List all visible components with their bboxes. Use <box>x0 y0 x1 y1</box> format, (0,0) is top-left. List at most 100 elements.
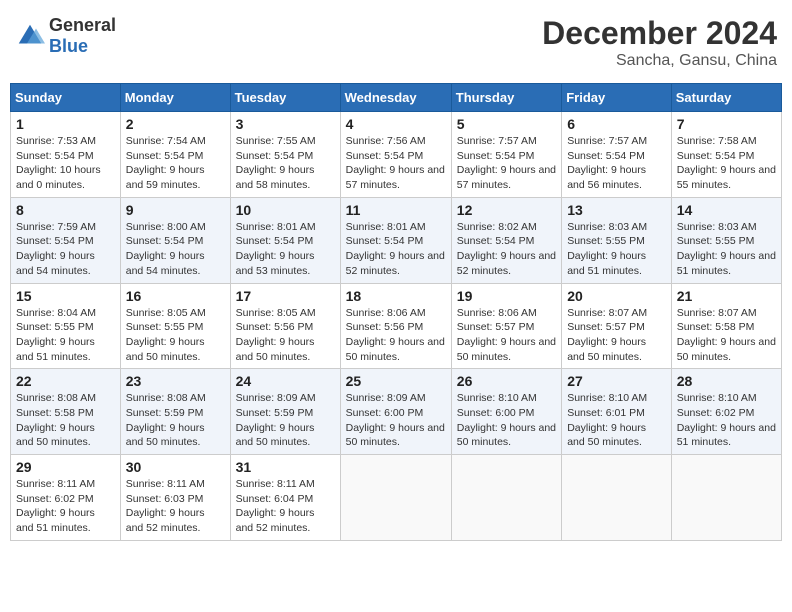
day-cell: 1 Sunrise: 7:53 AMSunset: 5:54 PMDaylight… <box>11 112 121 198</box>
day-number: 18 <box>346 288 446 304</box>
day-number: 25 <box>346 373 446 389</box>
day-detail: Sunrise: 8:05 AMSunset: 5:55 PMDaylight:… <box>126 306 225 365</box>
location-title: Sancha, Gansu, China <box>542 52 777 70</box>
day-detail: Sunrise: 7:56 AMSunset: 5:54 PMDaylight:… <box>346 134 446 193</box>
day-cell: 5Sunrise: 7:57 AMSunset: 5:54 PMDaylight… <box>451 112 561 198</box>
day-detail: Sunrise: 8:00 AMSunset: 5:54 PMDaylight:… <box>126 220 225 279</box>
day-number: 22 <box>16 373 115 389</box>
day-number: 29 <box>16 459 115 475</box>
day-detail: Sunrise: 7:54 AMSunset: 5:54 PMDaylight:… <box>126 134 225 193</box>
day-number: 14 <box>677 202 776 218</box>
day-cell: 28 Sunrise: 8:10 AMSunset: 6:02 PMDayligh… <box>671 369 781 455</box>
day-detail: Sunrise: 7:59 AMSunset: 5:54 PMDaylight:… <box>16 220 115 279</box>
day-detail: Sunrise: 8:08 AMSunset: 5:59 PMDaylight:… <box>126 391 225 450</box>
day-number: 7 <box>677 116 776 132</box>
day-detail: Sunrise: 8:01 AMSunset: 5:54 PMDaylight:… <box>346 220 446 279</box>
day-detail: Sunrise: 8:03 AMSunset: 5:55 PMDaylight:… <box>677 220 776 279</box>
logo-icon <box>15 21 45 51</box>
day-number: 16 <box>126 288 225 304</box>
day-cell: 17 Sunrise: 8:05 AMSunset: 5:56 PMDayligh… <box>230 283 340 369</box>
day-cell: 11 Sunrise: 8:01 AMSunset: 5:54 PMDayligh… <box>340 197 451 283</box>
day-detail: Sunrise: 8:10 AMSunset: 6:02 PMDaylight:… <box>677 391 776 450</box>
day-cell: 15 Sunrise: 8:04 AMSunset: 5:55 PMDayligh… <box>11 283 121 369</box>
day-cell: 12 Sunrise: 8:02 AMSunset: 5:54 PMDayligh… <box>451 197 561 283</box>
day-cell: 31Sunrise: 8:11 AMSunset: 6:04 PMDayligh… <box>230 455 340 541</box>
day-cell: 10Sunrise: 8:01 AMSunset: 5:54 PMDayligh… <box>230 197 340 283</box>
week-row-4: 22Sunrise: 8:08 AMSunset: 5:58 PMDayligh… <box>11 369 782 455</box>
day-cell: 3Sunrise: 7:55 AMSunset: 5:54 PMDaylight… <box>230 112 340 198</box>
day-cell: 24 Sunrise: 8:09 AMSunset: 5:59 PMDayligh… <box>230 369 340 455</box>
day-cell: 16 Sunrise: 8:05 AMSunset: 5:55 PMDayligh… <box>120 283 230 369</box>
day-number: 13 <box>567 202 666 218</box>
day-cell: 18Sunrise: 8:06 AMSunset: 5:56 PMDayligh… <box>340 283 451 369</box>
day-number: 26 <box>457 373 556 389</box>
day-number: 20 <box>567 288 666 304</box>
day-detail: Sunrise: 8:10 AMSunset: 6:01 PMDaylight:… <box>567 391 666 450</box>
page-header: General Blue December 2024 Sancha, Gansu… <box>10 10 782 75</box>
week-row-5: 29Sunrise: 8:11 AMSunset: 6:02 PMDayligh… <box>11 455 782 541</box>
day-number: 4 <box>346 116 446 132</box>
day-number: 17 <box>236 288 335 304</box>
day-cell: 27 Sunrise: 8:10 AMSunset: 6:01 PMDayligh… <box>562 369 672 455</box>
day-number: 2 <box>126 116 225 132</box>
day-number: 15 <box>16 288 115 304</box>
logo-blue-text: Blue <box>49 36 88 56</box>
weekday-header-monday: Monday <box>120 84 230 112</box>
week-row-3: 15 Sunrise: 8:04 AMSunset: 5:55 PMDayligh… <box>11 283 782 369</box>
day-detail: Sunrise: 7:57 AMSunset: 5:54 PMDaylight:… <box>567 134 666 193</box>
day-detail: Sunrise: 8:03 AMSunset: 5:55 PMDaylight:… <box>567 220 666 279</box>
weekday-header-wednesday: Wednesday <box>340 84 451 112</box>
day-number: 19 <box>457 288 556 304</box>
day-detail: Sunrise: 7:58 AMSunset: 5:54 PMDaylight:… <box>677 134 776 193</box>
day-number: 28 <box>677 373 776 389</box>
day-detail: Sunrise: 8:04 AMSunset: 5:55 PMDaylight:… <box>16 306 115 365</box>
day-number: 5 <box>457 116 556 132</box>
day-cell: 7 Sunrise: 7:58 AMSunset: 5:54 PMDaylight… <box>671 112 781 198</box>
calendar-table: SundayMondayTuesdayWednesdayThursdayFrid… <box>10 83 782 541</box>
day-number: 12 <box>457 202 556 218</box>
weekday-header-thursday: Thursday <box>451 84 561 112</box>
weekday-header-row: SundayMondayTuesdayWednesdayThursdayFrid… <box>11 84 782 112</box>
day-cell: 13 Sunrise: 8:03 AMSunset: 5:55 PMDayligh… <box>562 197 672 283</box>
weekday-header-sunday: Sunday <box>11 84 121 112</box>
day-cell: 23 Sunrise: 8:08 AMSunset: 5:59 PMDayligh… <box>120 369 230 455</box>
day-detail: Sunrise: 7:55 AMSunset: 5:54 PMDaylight:… <box>236 134 335 193</box>
day-cell: 29Sunrise: 8:11 AMSunset: 6:02 PMDayligh… <box>11 455 121 541</box>
day-detail: Sunrise: 8:07 AMSunset: 5:57 PMDaylight:… <box>567 306 666 365</box>
day-number: 6 <box>567 116 666 132</box>
week-row-2: 8 Sunrise: 7:59 AMSunset: 5:54 PMDaylight… <box>11 197 782 283</box>
day-cell: 2 Sunrise: 7:54 AMSunset: 5:54 PMDaylight… <box>120 112 230 198</box>
day-detail: Sunrise: 8:09 AMSunset: 5:59 PMDaylight:… <box>236 391 335 450</box>
logo-general-text: General <box>49 15 116 35</box>
day-number: 10 <box>236 202 335 218</box>
day-detail: Sunrise: 8:09 AMSunset: 6:00 PMDaylight:… <box>346 391 446 450</box>
day-detail: Sunrise: 8:07 AMSunset: 5:58 PMDaylight:… <box>677 306 776 365</box>
day-cell: 22Sunrise: 8:08 AMSunset: 5:58 PMDayligh… <box>11 369 121 455</box>
day-detail: Sunrise: 8:05 AMSunset: 5:56 PMDaylight:… <box>236 306 335 365</box>
day-cell: 21Sunrise: 8:07 AMSunset: 5:58 PMDayligh… <box>671 283 781 369</box>
day-cell: 14 Sunrise: 8:03 AMSunset: 5:55 PMDayligh… <box>671 197 781 283</box>
weekday-header-saturday: Saturday <box>671 84 781 112</box>
day-detail: Sunrise: 7:53 AMSunset: 5:54 PMDaylight:… <box>16 134 115 193</box>
day-cell: 20 Sunrise: 8:07 AMSunset: 5:57 PMDayligh… <box>562 283 672 369</box>
day-cell: 4 Sunrise: 7:56 AMSunset: 5:54 PMDaylight… <box>340 112 451 198</box>
day-detail: Sunrise: 8:10 AMSunset: 6:00 PMDaylight:… <box>457 391 556 450</box>
day-cell: 26 Sunrise: 8:10 AMSunset: 6:00 PMDayligh… <box>451 369 561 455</box>
month-title: December 2024 <box>542 15 777 52</box>
day-number: 8 <box>16 202 115 218</box>
day-number: 30 <box>126 459 225 475</box>
day-number: 1 <box>16 116 115 132</box>
day-cell: 25 Sunrise: 8:09 AMSunset: 6:00 PMDayligh… <box>340 369 451 455</box>
day-number: 23 <box>126 373 225 389</box>
day-cell: 19Sunrise: 8:06 AMSunset: 5:57 PMDayligh… <box>451 283 561 369</box>
day-number: 11 <box>346 202 446 218</box>
weekday-header-tuesday: Tuesday <box>230 84 340 112</box>
day-number: 24 <box>236 373 335 389</box>
day-number: 27 <box>567 373 666 389</box>
day-cell: 8 Sunrise: 7:59 AMSunset: 5:54 PMDaylight… <box>11 197 121 283</box>
day-detail: Sunrise: 8:11 AMSunset: 6:04 PMDaylight:… <box>236 477 335 536</box>
day-cell <box>451 455 561 541</box>
title-section: December 2024 Sancha, Gansu, China <box>542 15 777 70</box>
day-detail: Sunrise: 8:02 AMSunset: 5:54 PMDaylight:… <box>457 220 556 279</box>
day-cell <box>562 455 672 541</box>
